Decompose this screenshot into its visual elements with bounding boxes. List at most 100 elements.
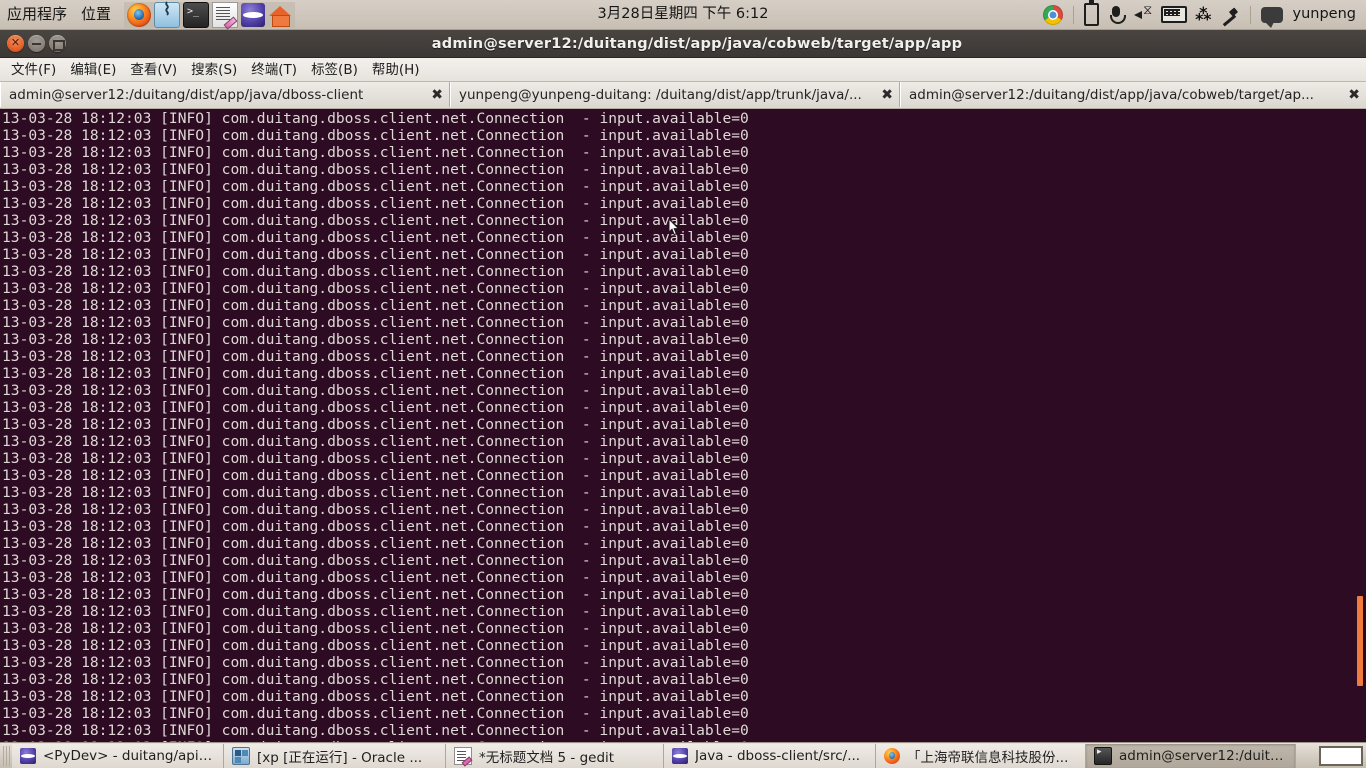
terminal-icon — [1094, 746, 1112, 765]
close-icon[interactable]: ✖ — [1348, 87, 1360, 103]
taskbar-item-label: [xp [正在运行] - Oracle ... — [257, 749, 423, 766]
taskbar-item-4[interactable]: 「上海帝联信息科技股份... — [876, 743, 1086, 768]
log-line: 13-03-28 18:12:03 [INFO] com.duitang.dbo… — [2, 637, 749, 654]
bluetooth-icon[interactable]: ⁂ — [1191, 0, 1215, 29]
log-line: 13-03-28 18:12:03 [INFO] com.duitang.dbo… — [2, 161, 749, 178]
maximize-window-button[interactable] — [49, 35, 66, 52]
log-line: 13-03-28 18:12:03 [INFO] com.duitang.dbo… — [2, 603, 749, 620]
log-line: 13-03-28 18:12:03 [INFO] com.duitang.dbo… — [2, 110, 749, 127]
network-disconnected-icon[interactable] — [1216, 0, 1244, 29]
gedit-icon[interactable] — [212, 1, 239, 28]
log-line: 13-03-28 18:12:03 [INFO] com.duitang.dbo… — [2, 501, 749, 518]
menu-help[interactable]: 帮助(H) — [365, 59, 427, 81]
log-line: 13-03-28 18:12:03 [INFO] com.duitang.dbo… — [2, 297, 749, 314]
taskbar-item-label: 「上海帝联信息科技股份... — [907, 749, 1069, 766]
log-line: 13-03-28 18:12:03 [INFO] com.duitang.dbo… — [2, 382, 749, 399]
terminal-output[interactable]: 13-03-28 18:12:03 [INFO] com.duitang.dbo… — [0, 109, 1366, 745]
taskbar-item-5[interactable]: admin@server12:/duita... — [1086, 743, 1296, 768]
log-line: 13-03-28 18:12:03 [INFO] com.duitang.dbo… — [2, 314, 749, 331]
tab-label: admin@server12:/duitang/dist/app/java/co… — [909, 86, 1314, 103]
taskbar-item-label: Java - dboss-client/src/... — [695, 747, 861, 764]
tab-cobweb-target-app[interactable]: admin@server12:/duitang/dist/app/java/co… — [900, 82, 1366, 107]
messaging-icon[interactable] — [1257, 0, 1287, 29]
firefox-icon[interactable] — [127, 2, 152, 27]
taskbar-item-3[interactable]: Java - dboss-client/src/... — [664, 743, 876, 768]
log-line: 13-03-28 18:12:03 [INFO] com.duitang.dbo… — [2, 212, 749, 229]
taskbar-item-0[interactable]: <PyDev> - duitang/api/... — [12, 743, 224, 768]
log-line: 13-03-28 18:12:03 [INFO] com.duitang.dbo… — [2, 178, 749, 195]
menu-search[interactable]: 搜索(S) — [184, 59, 244, 81]
menu-tabs[interactable]: 标签(B) — [304, 59, 365, 81]
menu-file[interactable]: 文件(F) — [4, 59, 63, 81]
firefox-icon — [884, 747, 900, 764]
log-line: 13-03-28 18:12:03 [INFO] com.duitang.dbo… — [2, 535, 749, 552]
tab-yunpeng-duitang[interactable]: yunpeng@yunpeng-duitang: /duitang/dist/a… — [450, 82, 900, 107]
log-line: 13-03-28 18:12:03 [INFO] com.duitang.dbo… — [2, 399, 749, 416]
virtualbox-icon — [232, 746, 250, 765]
log-line: 13-03-28 18:12:03 [INFO] com.duitang.dbo… — [2, 450, 749, 467]
tray-separator-2 — [1249, 5, 1251, 24]
log-line: 13-03-28 18:12:03 [INFO] com.duitang.dbo… — [2, 705, 749, 722]
workspace-1[interactable] — [1319, 745, 1363, 766]
terminal-scrollbar[interactable] — [1353, 109, 1366, 745]
terminal-scrollbar-thumb[interactable] — [1357, 596, 1363, 686]
log-line: 13-03-28 18:12:03 [INFO] com.duitang.dbo… — [2, 722, 749, 739]
gedit-icon — [454, 746, 472, 765]
tab-label: admin@server12:/duitang/dist/app/java/db… — [9, 86, 364, 103]
window-titlebar[interactable]: admin@server12:/duitang/dist/app/java/co… — [0, 30, 1366, 58]
menu-view[interactable]: 查看(V) — [123, 59, 184, 81]
username-label[interactable]: yunpeng — [1287, 0, 1366, 29]
log-line: 13-03-28 18:12:03 [INFO] com.duitang.dbo… — [2, 365, 749, 382]
close-icon[interactable]: ✖ — [431, 87, 443, 103]
log-line: 13-03-28 18:12:03 [INFO] com.duitang.dbo… — [2, 552, 749, 569]
log-line: 13-03-28 18:12:03 [INFO] com.duitang.dbo… — [2, 433, 749, 450]
log-line: 13-03-28 18:12:03 [INFO] com.duitang.dbo… — [2, 280, 749, 297]
taskbar-item-2[interactable]: *无标题文档 5 - gedit — [446, 743, 664, 768]
keyboard-icon[interactable] — [1157, 0, 1191, 29]
system-monitor-icon[interactable] — [154, 0, 181, 28]
battery-icon[interactable] — [1080, 0, 1103, 29]
taskbar-item-1[interactable]: [xp [正在运行] - Oracle ... — [224, 743, 446, 768]
log-line: 13-03-28 18:12:03 [INFO] com.duitang.dbo… — [2, 688, 749, 705]
log-line: 13-03-28 18:12:03 [INFO] com.duitang.dbo… — [2, 569, 749, 586]
log-line: 13-03-28 18:12:03 [INFO] com.duitang.dbo… — [2, 127, 749, 144]
panel-grip[interactable] — [3, 745, 10, 766]
top-panel: 应用程序 位置 3月28日星期四 下午 6:12 ⁂ yunpeng — [0, 0, 1366, 30]
log-line: 13-03-28 18:12:03 [INFO] com.duitang.dbo… — [2, 484, 749, 501]
clock-label: 3月28日星期四 下午 6:12 — [597, 6, 769, 22]
microphone-icon[interactable] — [1103, 0, 1129, 29]
workspace-switcher[interactable] — [1319, 745, 1366, 766]
eclipse-icon[interactable] — [241, 2, 266, 27]
launcher-bar — [124, 0, 296, 28]
menu-bar: 文件(F) 编辑(E) 查看(V) 搜索(S) 终端(T) 标签(B) 帮助(H… — [0, 58, 1366, 82]
log-line: 13-03-28 18:12:03 [INFO] com.duitang.dbo… — [2, 586, 749, 603]
menu-applications[interactable]: 应用程序 — [0, 0, 74, 29]
menu-terminal[interactable]: 终端(T) — [244, 59, 304, 81]
tab-bar: admin@server12:/duitang/dist/app/java/db… — [0, 82, 1366, 109]
menu-places[interactable]: 位置 — [74, 0, 118, 29]
terminal-icon[interactable] — [183, 1, 210, 28]
log-line: 13-03-28 18:12:03 [INFO] com.duitang.dbo… — [2, 263, 749, 280]
chrome-tray-icon[interactable] — [1039, 0, 1067, 29]
eclipse-icon — [20, 747, 36, 764]
close-window-button[interactable] — [7, 34, 24, 52]
log-line: 13-03-28 18:12:03 [INFO] com.duitang.dbo… — [2, 518, 749, 535]
log-line: 13-03-28 18:12:03 [INFO] com.duitang.dbo… — [2, 416, 749, 433]
terminal-window: admin@server12:/duitang/dist/app/java/co… — [0, 30, 1366, 745]
close-icon[interactable]: ✖ — [881, 87, 893, 103]
log-line: 13-03-28 18:12:03 [INFO] com.duitang.dbo… — [2, 246, 749, 263]
home-folder-icon[interactable] — [268, 3, 292, 27]
taskbar-item-label: admin@server12:/duita... — [1119, 747, 1287, 764]
log-line: 13-03-28 18:12:03 [INFO] com.duitang.dbo… — [2, 467, 749, 484]
eclipse-icon — [672, 747, 688, 764]
tab-dboss-client[interactable]: admin@server12:/duitang/dist/app/java/db… — [0, 82, 450, 107]
log-line: 13-03-28 18:12:03 [INFO] com.duitang.dbo… — [2, 229, 749, 246]
log-line: 13-03-28 18:12:03 [INFO] com.duitang.dbo… — [2, 671, 749, 688]
taskbar-item-label: *无标题文档 5 - gedit — [479, 749, 615, 766]
volume-muted-icon[interactable] — [1129, 0, 1157, 29]
minimize-window-button[interactable] — [28, 35, 45, 52]
menu-edit[interactable]: 编辑(E) — [63, 59, 123, 81]
log-line: 13-03-28 18:12:03 [INFO] com.duitang.dbo… — [2, 348, 749, 365]
log-line: 13-03-28 18:12:03 [INFO] com.duitang.dbo… — [2, 195, 749, 212]
log-line: 13-03-28 18:12:03 [INFO] com.duitang.dbo… — [2, 144, 749, 161]
